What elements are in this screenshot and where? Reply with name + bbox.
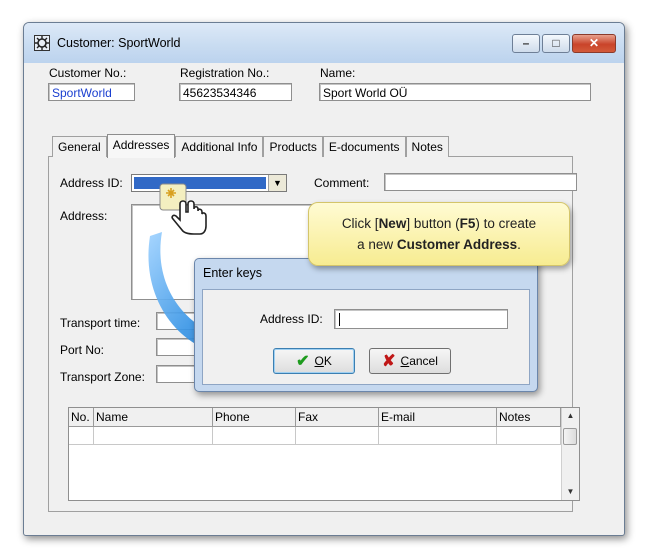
callout-text: a new xyxy=(357,237,397,252)
callout-key-text: F5 xyxy=(459,216,476,231)
cancel-mnemonic: C xyxy=(400,354,410,368)
enter-keys-dialog: Enter keys Address ID: ✔ OK ✘ Cancel xyxy=(194,258,538,392)
cancel-button[interactable]: ✘ Cancel xyxy=(369,348,451,374)
callout-text: Click [ xyxy=(341,216,379,231)
callout-line-1: Click [New] button (F5) to create xyxy=(309,213,569,234)
ok-label-rest: K xyxy=(323,354,332,368)
dialog-address-id-input[interactable] xyxy=(334,309,508,329)
ok-button[interactable]: ✔ OK xyxy=(273,348,355,374)
tab-addresses[interactable]: Addresses xyxy=(106,134,176,158)
cancel-x-icon: ✘ xyxy=(382,353,396,370)
dialog-address-id-label: Address ID: xyxy=(260,312,323,326)
callout-customer-address-text: Customer Address xyxy=(396,237,518,252)
dialog-title: Enter keys xyxy=(203,266,263,280)
callout-text: ) to create xyxy=(475,216,537,231)
dialog-body: Address ID: ✔ OK ✘ Cancel xyxy=(202,289,530,385)
ok-mnemonic: O xyxy=(314,354,324,368)
text-caret xyxy=(339,313,340,326)
callout-new-text: New xyxy=(378,216,407,231)
checkmark-icon: ✔ xyxy=(296,353,310,370)
callout-line-2: a new Customer Address. xyxy=(309,234,569,255)
callout-text: . xyxy=(517,237,521,252)
callout-text: ] button ( xyxy=(406,216,460,231)
cancel-label-rest: ancel xyxy=(409,354,438,368)
instruction-callout: Click [New] button (F5) to create a new … xyxy=(308,202,570,266)
hand-cursor-icon xyxy=(159,183,207,235)
